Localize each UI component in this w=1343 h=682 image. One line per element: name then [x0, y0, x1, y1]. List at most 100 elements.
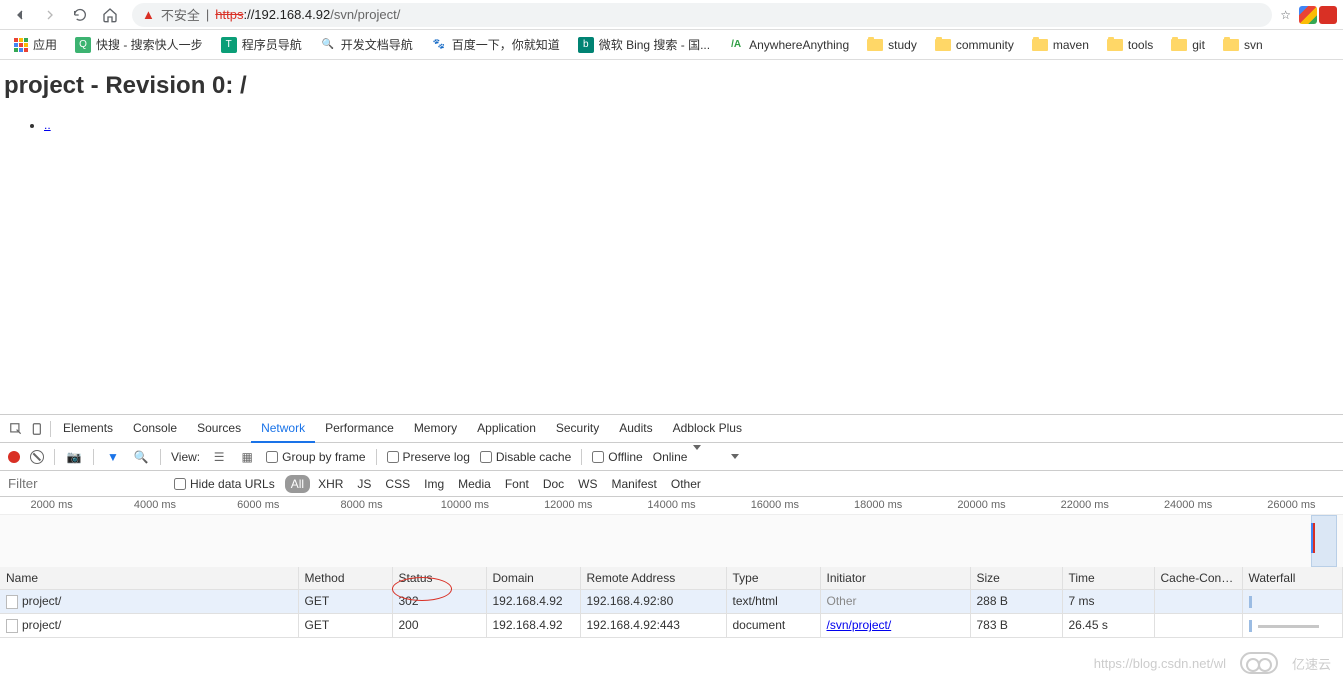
- devtools-tab-console[interactable]: Console: [123, 415, 187, 443]
- filter-icon[interactable]: ▼: [104, 450, 122, 464]
- view-grid-icon[interactable]: ▦: [238, 450, 256, 464]
- timeline-tick: 14000 ms: [620, 497, 723, 514]
- table-row[interactable]: project/ GET 302 192.168.4.92 192.168.4.…: [0, 590, 1343, 614]
- chevron-down-icon: [693, 445, 701, 464]
- bookmark-item[interactable]: 🔍开发文档导航: [314, 33, 419, 56]
- bookmark-item[interactable]: study: [861, 35, 923, 55]
- column-header[interactable]: Name: [0, 567, 298, 590]
- clear-button[interactable]: [30, 450, 44, 464]
- devtools-tabbar: ElementsConsoleSourcesNetworkPerformance…: [0, 415, 1343, 443]
- devtools-tab-adblock-plus[interactable]: Adblock Plus: [663, 415, 752, 443]
- bookmark-item[interactable]: /AAnywhereAnything: [722, 34, 855, 56]
- column-header[interactable]: Cache-Control: [1154, 567, 1242, 590]
- cell-time: 7 ms: [1062, 590, 1154, 614]
- column-header[interactable]: Domain: [486, 567, 580, 590]
- home-button[interactable]: [96, 3, 124, 27]
- record-button[interactable]: [8, 451, 20, 463]
- cell-remote: 192.168.4.92:443: [580, 613, 726, 637]
- search-icon[interactable]: 🔍: [132, 450, 150, 464]
- filter-type-all[interactable]: All: [285, 475, 310, 493]
- inspect-icon[interactable]: [6, 422, 26, 436]
- filter-type-js[interactable]: JS: [351, 475, 377, 493]
- devtools-tab-security[interactable]: Security: [546, 415, 609, 443]
- column-header[interactable]: Waterfall: [1242, 567, 1343, 590]
- bookmark-star-icon[interactable]: ☆: [1280, 8, 1291, 22]
- bookmark-item[interactable]: T程序员导航: [215, 33, 308, 56]
- file-icon: [6, 619, 18, 633]
- throttle-select[interactable]: Online: [653, 450, 702, 464]
- device-icon[interactable]: [28, 422, 48, 436]
- page-title: project - Revision 0: /: [4, 72, 1339, 100]
- address-bar[interactable]: ▲ 不安全 | https://192.168.4.92/svn/project…: [132, 3, 1272, 27]
- devtools-tab-audits[interactable]: Audits: [609, 415, 662, 443]
- filter-type-css[interactable]: CSS: [379, 475, 416, 493]
- bookmark-label: maven: [1053, 38, 1089, 52]
- bookmark-item[interactable]: b微软 Bing 搜索 - 国...: [572, 33, 716, 56]
- devtools-tab-memory[interactable]: Memory: [404, 415, 467, 443]
- filter-type-xhr[interactable]: XHR: [312, 475, 349, 493]
- timeline-tick: 6000 ms: [207, 497, 310, 514]
- file-icon: [6, 595, 18, 609]
- column-header[interactable]: Initiator: [820, 567, 970, 590]
- reload-button[interactable]: [66, 3, 94, 27]
- network-table: NameMethodStatusDomainRemote AddressType…: [0, 567, 1343, 682]
- extension-icon[interactable]: [1319, 6, 1337, 24]
- column-header[interactable]: Type: [726, 567, 820, 590]
- bookmark-item[interactable]: Q快搜 - 搜索快人一步: [69, 33, 209, 56]
- devtools-tab-application[interactable]: Application: [467, 415, 546, 443]
- bookmark-item[interactable]: svn: [1217, 35, 1269, 55]
- view-list-icon[interactable]: ☰: [210, 450, 228, 464]
- bookmark-item[interactable]: maven: [1026, 35, 1095, 55]
- bookmark-label: 应用: [33, 36, 57, 53]
- filter-type-ws[interactable]: WS: [572, 475, 603, 493]
- disable-cache-checkbox[interactable]: Disable cache: [480, 450, 571, 464]
- bookmark-label: svn: [1244, 38, 1263, 52]
- column-header[interactable]: Remote Address: [580, 567, 726, 590]
- filter-type-other[interactable]: Other: [665, 475, 707, 493]
- bookmark-item[interactable]: community: [929, 35, 1020, 55]
- bookmark-item[interactable]: git: [1165, 35, 1211, 55]
- url-protocol: https: [215, 7, 243, 22]
- devtools-timeline[interactable]: 2000 ms4000 ms6000 ms8000 ms10000 ms1200…: [0, 497, 1343, 567]
- filter-input[interactable]: [4, 474, 164, 493]
- cell-waterfall: [1242, 590, 1343, 614]
- filter-type-media[interactable]: Media: [452, 475, 497, 493]
- offline-checkbox[interactable]: Offline: [592, 450, 642, 464]
- devtools-tab-performance[interactable]: Performance: [315, 415, 404, 443]
- bookmark-label: 开发文档导航: [341, 36, 413, 53]
- cell-remote: 192.168.4.92:80: [580, 590, 726, 614]
- group-by-frame-checkbox[interactable]: Group by frame: [266, 450, 365, 464]
- back-button[interactable]: [6, 3, 34, 27]
- devtools-tab-elements[interactable]: Elements: [53, 415, 123, 443]
- cell-status: 200: [392, 613, 486, 637]
- parent-dir-link[interactable]: ..: [44, 118, 51, 132]
- bookmark-item[interactable]: 应用: [8, 33, 63, 56]
- bookmark-label: 百度一下，你就知道: [452, 36, 560, 53]
- timeline-tick: 16000 ms: [723, 497, 826, 514]
- column-header[interactable]: Time: [1062, 567, 1154, 590]
- column-header[interactable]: Status: [392, 567, 486, 590]
- hide-data-urls-checkbox[interactable]: Hide data URLs: [174, 477, 275, 491]
- preserve-log-checkbox[interactable]: Preserve log: [387, 450, 470, 464]
- forward-button[interactable]: [36, 3, 64, 27]
- bookmark-item[interactable]: 🐾百度一下，你就知道: [425, 33, 566, 56]
- filter-type-img[interactable]: Img: [418, 475, 450, 493]
- table-row[interactable]: project/ GET 200 192.168.4.92 192.168.4.…: [0, 613, 1343, 637]
- browser-navbar: ▲ 不安全 | https://192.168.4.92/svn/project…: [0, 0, 1343, 30]
- cell-cache: [1154, 590, 1242, 614]
- bookmark-item[interactable]: tools: [1101, 35, 1159, 55]
- devtools-tab-sources[interactable]: Sources: [187, 415, 251, 443]
- filter-type-manifest[interactable]: Manifest: [606, 475, 663, 493]
- filter-type-font[interactable]: Font: [499, 475, 535, 493]
- chevron-down-icon[interactable]: [731, 454, 739, 459]
- column-header[interactable]: Method: [298, 567, 392, 590]
- cell-domain: 192.168.4.92: [486, 613, 580, 637]
- column-header[interactable]: Size: [970, 567, 1062, 590]
- extension-icon[interactable]: [1299, 6, 1317, 24]
- url-path: /svn/project/: [330, 7, 400, 22]
- camera-icon[interactable]: 📷: [65, 450, 83, 464]
- devtools-tab-network[interactable]: Network: [251, 415, 315, 443]
- filter-type-doc[interactable]: Doc: [537, 475, 570, 493]
- cell-name: project/: [0, 613, 298, 637]
- timeline-tick: 8000 ms: [310, 497, 413, 514]
